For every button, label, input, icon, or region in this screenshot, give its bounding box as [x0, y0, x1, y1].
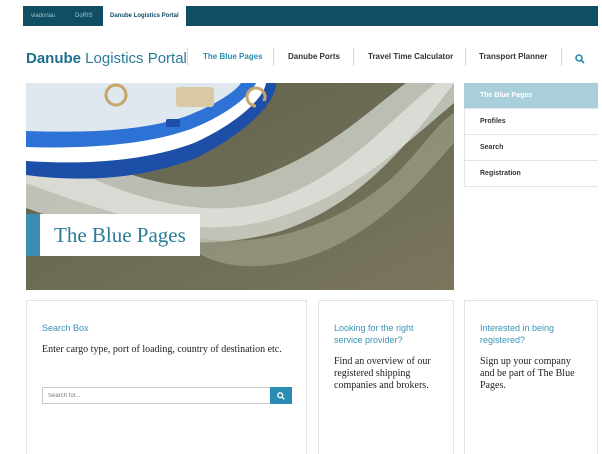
- tab-danube-logistics-portal[interactable]: Danube Logistics Portal: [103, 6, 186, 26]
- side-menu-item-registration[interactable]: Registration: [464, 161, 598, 187]
- provider-card-text: Find an overview of our registered shipp…: [334, 356, 431, 391]
- search-box: [42, 387, 292, 404]
- nav-item-danube-ports[interactable]: Danube Ports: [288, 46, 340, 68]
- hero-image: The Blue Pages: [26, 83, 454, 290]
- hero-title-accent: [26, 214, 40, 256]
- search-icon: [277, 391, 285, 400]
- hero-title: The Blue Pages: [54, 222, 186, 247]
- side-menu: The Blue Pages Profiles Search Registrat…: [464, 83, 598, 187]
- hero-title-banner: The Blue Pages: [26, 214, 200, 256]
- provider-card: Looking for the right service provider? …: [318, 300, 454, 454]
- logo-rest-text: Logistics Portal: [81, 50, 187, 67]
- register-card-text: Sign up your company and be part of The …: [480, 356, 575, 391]
- search-button[interactable]: [270, 387, 292, 404]
- browser-frame: viadonau DoRIS Danube Logistics Portal D…: [23, 6, 598, 454]
- nav-divider: [561, 48, 562, 66]
- ship-wake-photo: [26, 83, 454, 290]
- logo-bold-text: Danube: [26, 50, 82, 67]
- nav-divider: [187, 48, 188, 66]
- side-menu-item-search[interactable]: Search: [464, 135, 598, 161]
- site-header: Danube Logistics Portal The Blue Pages D…: [23, 26, 598, 82]
- site-logo[interactable]: Danube Logistics Portal: [26, 50, 187, 67]
- search-input[interactable]: [43, 388, 271, 403]
- nav-item-transport-planner[interactable]: Transport Planner: [479, 46, 547, 68]
- nav-divider: [353, 48, 354, 66]
- top-bar: viadonau DoRIS Danube Logistics Portal: [23, 6, 598, 26]
- provider-card-title[interactable]: Looking for the right service provider?: [334, 322, 438, 346]
- nav-divider: [465, 48, 466, 66]
- nav-item-blue-pages[interactable]: The Blue Pages: [203, 46, 263, 68]
- tab-doris[interactable]: DoRIS: [75, 6, 93, 26]
- register-card-title[interactable]: Interested in being registered?: [480, 322, 582, 346]
- search-card-text: Enter cargo type, port of loading, count…: [42, 344, 282, 355]
- side-menu-item-blue-pages[interactable]: The Blue Pages: [464, 83, 598, 109]
- tab-viadonau[interactable]: viadonau: [31, 6, 55, 26]
- register-card: Interested in being registered? Sign up …: [464, 300, 598, 454]
- search-card-title: Search Box: [42, 323, 89, 333]
- side-menu-item-profiles[interactable]: Profiles: [464, 109, 598, 135]
- nav-divider: [273, 48, 274, 66]
- nav-item-travel-time-calculator[interactable]: Travel Time Calculator: [368, 46, 453, 68]
- search-card: Search Box Enter cargo type, port of loa…: [26, 300, 307, 454]
- search-icon[interactable]: [575, 54, 585, 64]
